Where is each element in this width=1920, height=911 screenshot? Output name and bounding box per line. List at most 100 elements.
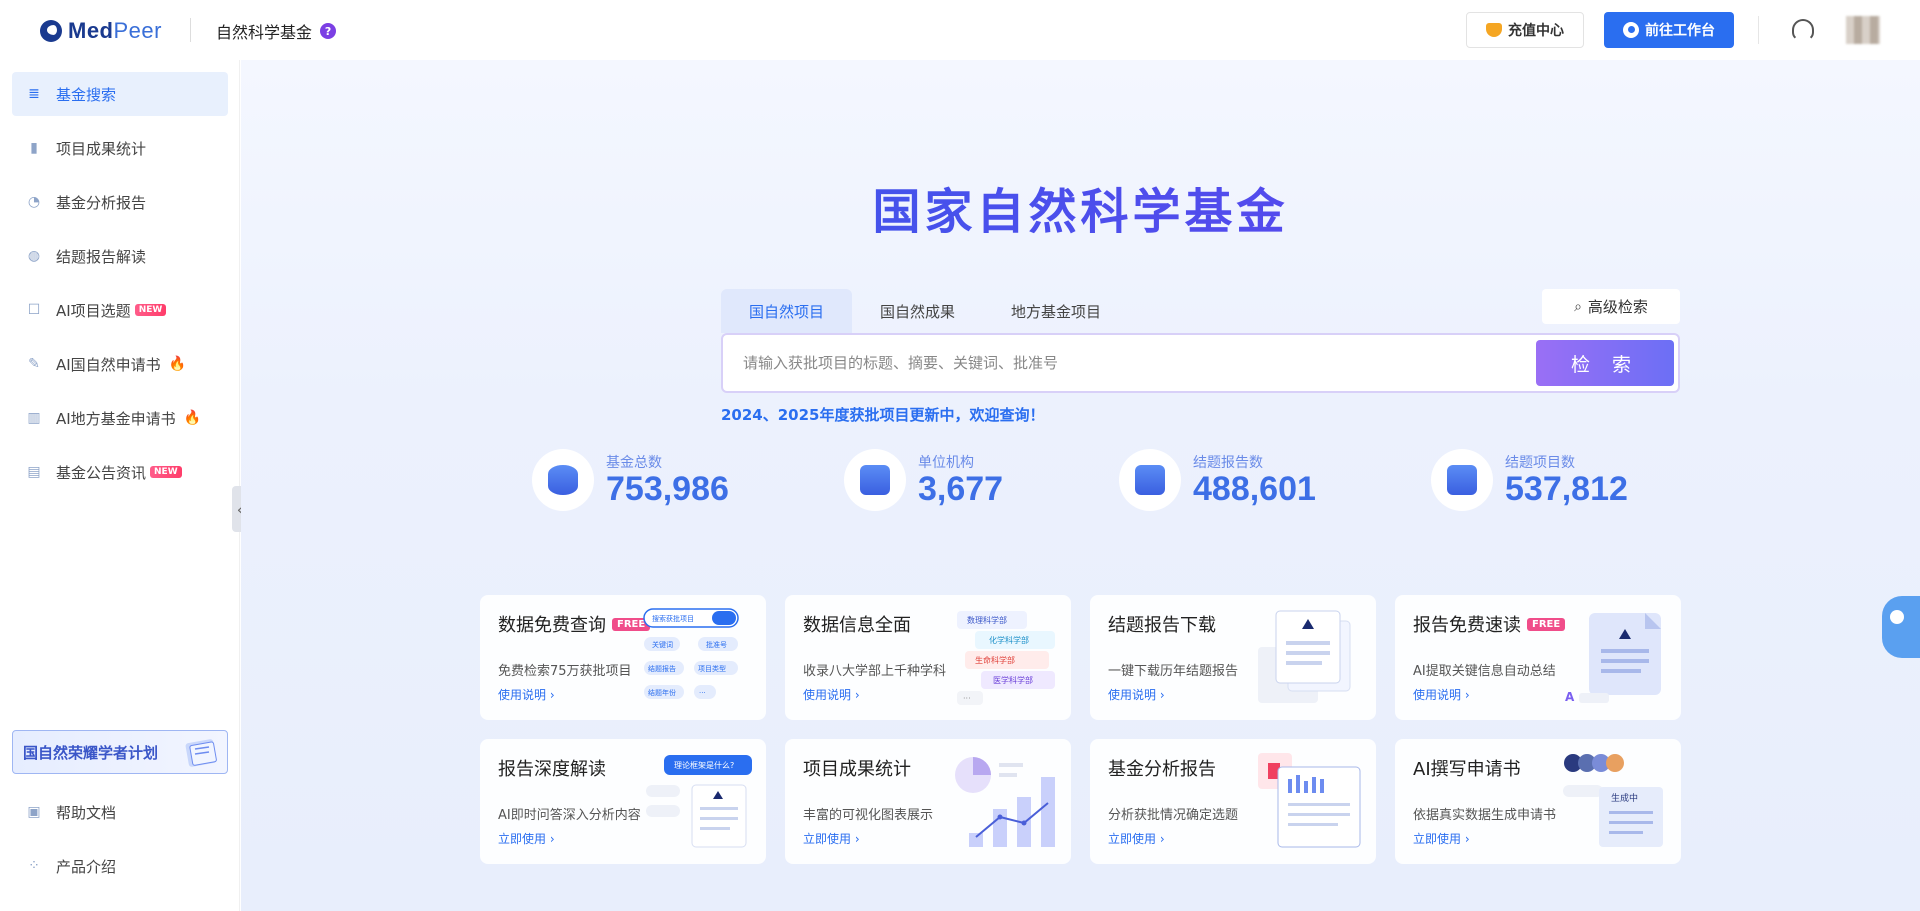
mascot-assistant-icon[interactable] (1882, 596, 1920, 658)
ai-summary-illustration: A (1565, 613, 1661, 704)
ai-writing-illustration: 生成中 (1563, 754, 1663, 847)
card-description: AI提取关键信息自动总结 (1413, 664, 1556, 679)
report-stack-illustration (1258, 610, 1351, 703)
feature-card-comprehensive-data[interactable]: 数据信息全面 收录八大学部上千种学科 使用说明 › 数理科学部 化学科学部 生命… (785, 595, 1071, 720)
art-search-text: 搜索获批项目 (652, 614, 694, 623)
stat-label: 结题项目数 (1505, 455, 1575, 472)
stat-text: 基金总数 753,986 (606, 452, 729, 508)
recharge-center-button[interactable]: 充值中心 (1466, 12, 1584, 48)
feature-card-ai-writing[interactable]: AI撰写申请书 依据真实数据生成申请书 立即使用 › 生成中 (1395, 739, 1681, 864)
card-help-link[interactable]: 使用说明 › (1413, 686, 1470, 703)
search-tabs: 国自然项目 国自然成果 地方基金项目 (721, 289, 1129, 333)
sidebar-item-ai-local-application[interactable]: ▥ AI地方基金申请书 🔥 (12, 396, 228, 440)
search-list-icon: ≣ (28, 86, 40, 102)
tab-local-fund-projects[interactable]: 地方基金项目 (983, 289, 1129, 333)
sidebar-item-fund-search[interactable]: ≣ 基金搜索 (12, 72, 228, 116)
card-title: 项目成果统计 (803, 755, 911, 781)
feature-card-report-download[interactable]: 结题报告下载 一键下载历年结题报告 使用说明 › (1090, 595, 1376, 720)
stat-text: 结题项目数 537,812 (1505, 452, 1628, 508)
medpeer-logo[interactable]: MedPeer (40, 18, 162, 44)
help-question-icon[interactable]: ? (320, 23, 337, 39)
card-title: 数据免费查询 FREE (498, 611, 651, 637)
card-title: 报告免费速读 FREE (1413, 611, 1566, 637)
news-icon: ▤ (27, 464, 41, 480)
search-box: 检 索 (721, 333, 1680, 393)
sidebar-item-label: 基金公告资讯 (56, 463, 147, 482)
tab-nsfc-projects[interactable]: 国自然项目 (721, 289, 853, 333)
feather-icon: ✎ (28, 356, 40, 372)
card-description: 依据真实数据生成申请书 (1413, 808, 1557, 823)
art-tag: 生命科学部 (975, 655, 1015, 665)
sidebar-item-product-intro[interactable]: ⁘ 产品介绍 (12, 844, 228, 888)
card-title-text: 数据信息全面 (803, 615, 911, 636)
headset-support-icon[interactable] (1792, 19, 1814, 41)
report-card-icon (1135, 465, 1165, 495)
advanced-search-button[interactable]: ⌕ 高级检索 (1542, 289, 1680, 324)
header-right-divider (1758, 16, 1759, 44)
card-use-link[interactable]: 立即使用 › (1413, 830, 1470, 847)
advanced-search-label: 高级检索 (1587, 298, 1648, 316)
sidebar: ≣ 基金搜索 ▮ 项目成果统计 ◔ 基金分析报告 ◍ 结题报告解读 ☐ AI项目… (0, 60, 240, 911)
documents-icon (1447, 465, 1477, 495)
sidebar-item-fund-analysis[interactable]: ◔ 基金分析报告 (12, 180, 228, 224)
stat-circle (1431, 449, 1493, 511)
statistics-chart-illustration (955, 757, 1055, 847)
tab-nsfc-results[interactable]: 国自然成果 (852, 289, 983, 333)
art-tag: 化学科学部 (989, 635, 1029, 645)
art-tag: 批准号 (706, 640, 727, 649)
search-button[interactable]: 检 索 (1536, 340, 1674, 386)
feature-card-free-speed-read[interactable]: 报告免费速读 FREE AI提取关键信息自动总结 使用说明 › A (1395, 595, 1681, 720)
search-input[interactable] (743, 351, 1523, 375)
workspace-label: 前往工作台 (1645, 23, 1715, 39)
feature-card-free-query[interactable]: 数据免费查询 FREE 免费检索75万获批项目 使用说明 › 搜索获批项目 关键词… (480, 595, 766, 720)
stat-circle (532, 449, 594, 511)
sidebar-item-ai-nsfc-application[interactable]: ✎ AI国自然申请书 🔥 (12, 342, 228, 386)
art-tag: 医学科学部 (993, 675, 1033, 685)
card-title-text: 结题报告下载 (1108, 615, 1216, 636)
sidebar-item-help-docs[interactable]: ▣ 帮助文档 (12, 790, 228, 834)
card-description: 收录八大学部上千种学科 (803, 664, 947, 679)
recharge-label: 充值中心 (1508, 23, 1564, 39)
stat-value: 753,986 (606, 470, 729, 509)
sidebar-item-project-stats[interactable]: ▮ 项目成果统计 (12, 126, 228, 170)
feature-card-deep-interpretation[interactable]: 报告深度解读 AI即时问答深入分析内容 立即使用 › 理论框架是什么? (480, 739, 766, 864)
promo-label: 国自然荣耀学者计划 (23, 743, 159, 762)
sidebar-item-report-reading[interactable]: ◍ 结题报告解读 (12, 234, 228, 278)
app-title: 自然科学基金 ? (216, 19, 337, 43)
search-tags-illustration: 搜索获批项目 关键词 批准号 结题报告 项目类型 结题年份 ··· (643, 608, 739, 699)
card-description: 一键下载历年结题报告 (1108, 664, 1239, 679)
feature-card-fund-analysis[interactable]: 基金分析报告 分析获批情况确定选题 立即使用 › (1090, 739, 1376, 864)
card-use-link[interactable]: 立即使用 › (1108, 830, 1165, 847)
stat-label: 基金总数 (606, 455, 662, 472)
sidebar-item-label: 帮助文档 (56, 803, 117, 822)
sidebar-item-label: 结题报告解读 (56, 247, 147, 266)
stat-concluded-projects: 结题项目数 537,812 (1431, 448, 1628, 512)
stat-text: 单位机构 3,677 (918, 452, 1003, 508)
card-use-link[interactable]: 立即使用 › (498, 830, 555, 847)
stat-circle (844, 449, 906, 511)
card-help-link[interactable]: 使用说明 › (498, 686, 555, 703)
card-help-link[interactable]: 使用说明 › (803, 686, 860, 703)
card-title: 报告深度解读 (498, 755, 606, 781)
sidebar-item-fund-news[interactable]: ▤ 基金公告资讯 NEW (12, 450, 228, 494)
sidebar-item-label: AI地方基金申请书 (56, 409, 176, 428)
user-avatar[interactable] (1846, 16, 1880, 44)
feature-card-project-statistics[interactable]: 项目成果统计 丰富的可视化图表展示 立即使用 › (785, 739, 1071, 864)
honor-scholar-promo[interactable]: 国自然荣耀学者计划 (12, 730, 228, 774)
go-workspace-button[interactable]: 前往工作台 (1604, 12, 1734, 48)
top-header: MedPeer 自然科学基金 ? 充值中心 前往工作台 (0, 0, 1920, 60)
sidebar-item-label: 产品介绍 (56, 857, 117, 876)
workspace-logo-icon (1623, 22, 1639, 38)
card-title: AI撰写申请书 (1413, 755, 1521, 781)
medpeer-logo-icon (40, 20, 62, 42)
art-tag: 关键词 (652, 640, 673, 649)
art-status: 生成中 (1611, 792, 1638, 804)
card-use-link[interactable]: 立即使用 › (803, 830, 860, 847)
diamond-icon (1486, 23, 1502, 37)
stat-label: 单位机构 (918, 455, 974, 472)
stat-final-reports: 结题报告数 488,601 (1119, 448, 1316, 512)
grid-icon: ⁘ (28, 858, 40, 874)
sidebar-item-ai-topic[interactable]: ☐ AI项目选题 NEW (12, 288, 228, 332)
card-help-link[interactable]: 使用说明 › (1108, 686, 1165, 703)
bar-chart-icon: ▮ (30, 140, 38, 156)
